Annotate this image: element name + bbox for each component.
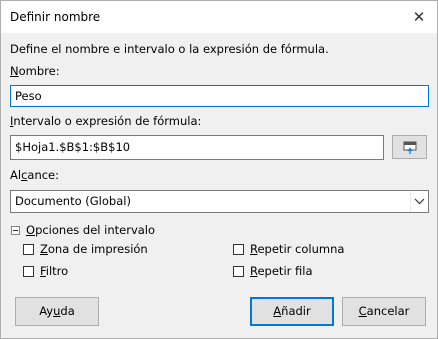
scope-selected-value: Documento (Global) xyxy=(15,194,131,208)
print-range-label: Zona de impresión xyxy=(40,242,148,256)
name-input[interactable]: Peso xyxy=(10,85,429,107)
help-button[interactable]: Ayuda xyxy=(15,297,99,326)
add-button[interactable]: Añadir xyxy=(250,297,334,326)
collapse-icon[interactable] xyxy=(11,226,20,235)
shrink-icon xyxy=(403,141,417,154)
repeat-column-checkbox[interactable] xyxy=(233,244,244,255)
scope-dropdown[interactable]: Documento (Global) xyxy=(10,190,429,213)
cancel-button[interactable]: Cancelar xyxy=(342,297,426,326)
shrink-button[interactable] xyxy=(392,135,427,159)
define-name-dialog: Definir nombre ✕ Define el nombre e inte… xyxy=(0,0,438,339)
chevron-down-icon[interactable] xyxy=(410,191,428,212)
repeat-row-label: Repetir fila xyxy=(250,264,313,278)
dialog-title: Definir nombre xyxy=(10,10,101,24)
range-label: Intervalo o expresión de fórmula: xyxy=(10,114,202,128)
scope-label: Alcance: xyxy=(10,168,59,182)
title-bar: Definir nombre ✕ xyxy=(1,1,437,33)
intro-text: Define el nombre e intervalo o la expres… xyxy=(10,42,329,56)
close-icon[interactable]: ✕ xyxy=(410,8,428,26)
print-range-checkbox[interactable] xyxy=(23,244,34,255)
filter-checkbox[interactable] xyxy=(23,266,34,277)
filter-label: Filtro xyxy=(40,264,69,278)
name-label: Nombre: xyxy=(10,64,60,78)
repeat-row-checkbox[interactable] xyxy=(233,266,244,277)
repeat-column-label: Repetir columna xyxy=(250,242,345,256)
range-options-header[interactable]: Opciones del intervalo xyxy=(26,223,155,237)
range-expression-input[interactable]: $Hoja1.$B$1:$B$10 xyxy=(10,135,384,160)
